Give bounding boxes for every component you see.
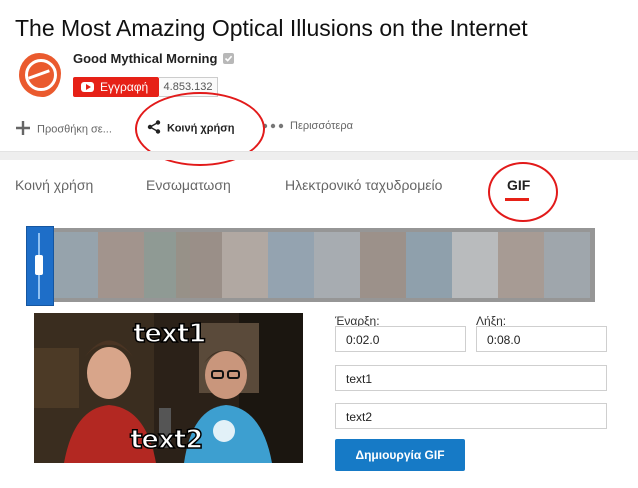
filmstrip-frame [498,232,544,298]
video-filmstrip[interactable] [26,228,595,302]
more-button[interactable]: Περισσότερα [262,120,353,140]
create-gif-button[interactable]: Δημιουργία GIF [335,439,465,471]
filmstrip-frame [452,232,498,298]
channel-logo-icon[interactable] [16,51,64,99]
gif-caption-top: text1 [132,318,207,350]
start-time-input[interactable]: 0:02.0 [335,326,466,352]
add-to-button[interactable]: Προσθήκη σε... [15,120,112,140]
gif-caption-bottom: text2 [129,424,204,456]
share-label: Κοινή χρήση [167,122,235,135]
filmstrip-range-handle[interactable] [26,226,54,306]
filmstrip-frame [268,232,314,298]
filmstrip-frame [406,232,452,298]
filmstrip-frame [52,232,98,298]
tab-email[interactable]: Ηλεκτρονικό ταχυδρομείο [285,177,442,193]
verified-check-icon [223,53,234,64]
video-title: The Most Amazing Optical Illusions on th… [15,15,528,41]
filmstrip-frame [222,232,268,298]
gif-preview-image: text1 text2 [34,313,303,463]
active-tab-indicator [505,198,529,201]
share-button[interactable]: Κοινή χρήση [147,120,234,140]
more-label: Περισσότερα [290,120,353,133]
tab-embed[interactable]: Ενσωματωση [146,177,231,193]
more-dots-icon [262,120,284,132]
share-icon [147,120,161,137]
filmstrip-frame [544,232,590,298]
tab-gif[interactable]: GIF [507,177,530,193]
bottom-text-input[interactable]: text2 [335,403,607,429]
subscribe-button[interactable]: Εγγραφή [73,77,159,97]
end-time-input[interactable]: 0:08.0 [476,326,607,352]
youtube-play-icon [81,82,94,92]
top-text-input[interactable]: text1 [335,365,607,391]
subscribe-label: Εγγραφή [100,80,149,94]
filmstrip-frame [314,232,360,298]
filmstrip-frame [176,232,222,298]
panel-separator [0,151,638,160]
tab-share[interactable]: Κοινή χρήση [15,177,93,193]
plus-icon [15,120,31,139]
channel-name[interactable]: Good Mythical Morning [73,51,217,66]
filmstrip-frame [98,232,144,298]
filmstrip-frame [360,232,406,298]
subscriber-count: 4.853.132 [159,77,218,97]
add-to-label: Προσθήκη σε... [37,123,112,136]
